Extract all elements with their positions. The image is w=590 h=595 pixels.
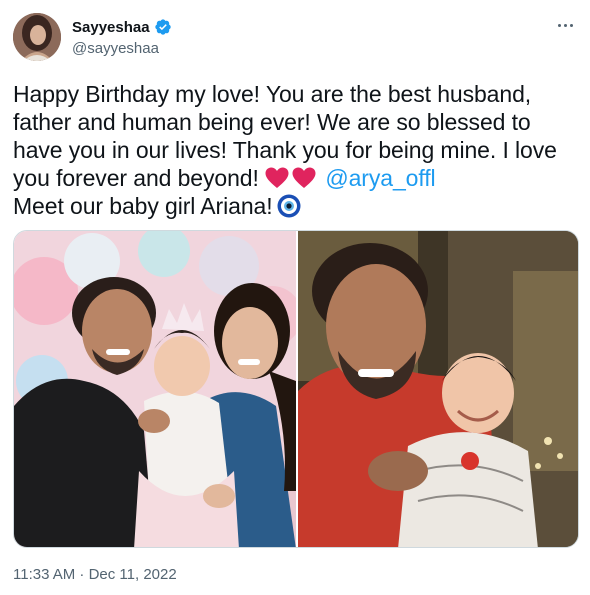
author-display-name[interactable]: Sayyeshaa	[72, 19, 150, 36]
more-dot	[569, 23, 573, 27]
photo-father-daughter[interactable]	[298, 231, 578, 547]
tweet-card: Sayyeshaa @sayyeshaa Happy Birthday my l…	[0, 0, 590, 595]
nazar-amulet-icon	[277, 194, 300, 218]
photo-family-birthday[interactable]	[14, 231, 296, 547]
more-dot	[563, 23, 567, 27]
red-heart-icon	[292, 167, 316, 188]
tweet-header: Sayyeshaa @sayyeshaa	[13, 13, 579, 63]
mention-link[interactable]: @arya_offl	[325, 165, 435, 191]
more-options-button[interactable]	[553, 17, 577, 33]
author-handle[interactable]: @sayyeshaa	[72, 40, 172, 57]
verified-badge-icon	[154, 19, 171, 35]
author-avatar[interactable]	[13, 13, 61, 61]
author-names: Sayyeshaa @sayyeshaa	[72, 17, 172, 57]
tweet-line-4: you forever and beyond! @arya_offl	[13, 164, 579, 192]
tweet-line-1: Happy Birthday my love! You are the best…	[13, 81, 532, 107]
more-horizontal-icon	[557, 23, 561, 27]
tweet-line-5: Meet our baby girl Ariana!	[13, 192, 579, 220]
tweet-line-3: have you in our lives! Thank you for bei…	[13, 137, 557, 163]
tweet-line-2: father and human being ever! We are so b…	[13, 109, 531, 135]
tweet-timestamp[interactable]: 11:33 AM · Dec 11, 2022	[13, 566, 177, 583]
tweet-media	[13, 230, 579, 548]
red-heart-icon	[265, 167, 289, 188]
tweet-line-5-text: Meet our baby girl Ariana!	[13, 193, 273, 219]
tweet-text: Happy Birthday my love! You are the best…	[13, 80, 579, 220]
tweet-line-4-text: you forever and beyond!	[13, 165, 259, 191]
